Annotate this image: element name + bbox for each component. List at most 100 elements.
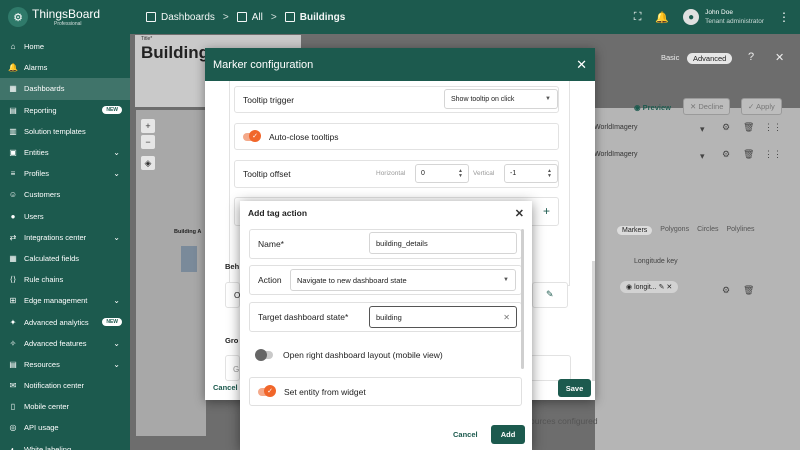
action-value: Navigate to new dashboard state xyxy=(297,275,407,285)
bell-icon[interactable]: 🔔 xyxy=(655,11,669,24)
pencil-icon[interactable]: ✎ xyxy=(546,289,554,300)
imagery-select-2[interactable]: WorldImagery xyxy=(594,151,637,158)
horizontal-offset-value: 0 xyxy=(421,170,425,177)
stepper-icon[interactable]: ▲ ▼ xyxy=(458,168,463,179)
sidebar-item-home[interactable]: ⌂ Home xyxy=(0,36,130,57)
set-entity-toggle[interactable] xyxy=(258,385,276,397)
sidebar-item-mobile-center[interactable]: ▯ Mobile center xyxy=(0,396,130,417)
imagery-select-1[interactable]: WorldImagery xyxy=(594,124,637,131)
sidebar-item-customers[interactable]: ☺ Customers xyxy=(0,184,130,205)
sidebar-item-resources[interactable]: ▤ Resources ⌄ xyxy=(0,354,130,375)
sidebar-item-entities[interactable]: ▣ Entities ⌄ xyxy=(0,142,130,163)
cancel-button[interactable]: Cancel xyxy=(213,383,238,392)
sidebar-item-users[interactable]: ● Users xyxy=(0,206,130,227)
add-button[interactable]: Add xyxy=(491,425,525,444)
gear-icon[interactable]: ⚙ xyxy=(722,149,730,160)
mode-advanced[interactable]: Advanced xyxy=(687,53,733,64)
close-icon[interactable]: ✕ xyxy=(775,51,784,64)
vertical-offset-input[interactable]: -1 ▲ ▼ xyxy=(504,164,558,183)
sidebar-item-white-labeling[interactable]: ◐ White labeling ⌄ xyxy=(0,439,130,450)
sidebar-item-solution-templates[interactable]: ▥ Solution templates xyxy=(0,121,130,142)
longitude-key-header: Longitude key xyxy=(634,258,678,265)
sidebar-item-rule-chains[interactable]: ⟨⟩ Rule chains xyxy=(0,269,130,290)
drag-handle-icon[interactable]: ⋮⋮ xyxy=(764,122,782,133)
sidebar-item-calculated-fields[interactable]: ▦ Calculated fields xyxy=(0,248,130,269)
delete-icon[interactable]: 🗑 xyxy=(743,149,754,160)
delete-icon[interactable]: 🗑 xyxy=(743,122,754,133)
sidebar-item-label: Customers xyxy=(24,190,61,200)
chip-label: longit... xyxy=(634,284,657,291)
user-role: Tenant administrator xyxy=(705,18,764,25)
delete-icon[interactable]: 🗑 xyxy=(743,285,754,296)
breadcrumb-all[interactable]: All xyxy=(236,12,263,23)
preview-button[interactable]: ◉ Preview xyxy=(634,103,671,112)
chevron-down-icon: ⌄ xyxy=(113,338,120,348)
sidebar-item-advanced-features[interactable]: ✧ Advanced features ⌄ xyxy=(0,333,130,354)
decline-button[interactable]: ✕ Decline xyxy=(683,98,731,115)
vertical-offset-value: -1 xyxy=(510,170,517,177)
auto-close-toggle[interactable] xyxy=(243,130,261,142)
dialog-title: Marker configuration xyxy=(213,58,314,71)
save-button[interactable]: Save xyxy=(558,379,591,397)
sidebar-item-label: Home xyxy=(24,42,45,52)
sidebar: ⌂ Home 🔔 Alarms ▦ Dashboards ▤ Reporting NEW ▥ Sol… xyxy=(0,34,130,450)
close-icon[interactable]: ✕ xyxy=(576,57,587,73)
horizontal-label: Horizontal xyxy=(376,170,406,177)
gear-icon[interactable]: ⚙ xyxy=(722,285,730,296)
sidebar-item-integrations-center[interactable]: ⇄ Integrations center ⌄ xyxy=(0,227,130,248)
apply-button[interactable]: ✓ Apply xyxy=(741,98,782,115)
zoom-in-button[interactable]: + xyxy=(141,119,155,133)
mode-basic[interactable]: Basic xyxy=(661,53,679,62)
analytics-icon: ✦ xyxy=(9,317,17,327)
scrollbar[interactable] xyxy=(592,261,595,381)
tab-circles[interactable]: Circles xyxy=(697,226,718,235)
more-vert-icon[interactable]: ⋮ xyxy=(778,10,790,24)
longitude-key-chip[interactable]: ◉ longit... ✎ ✕ xyxy=(620,281,679,293)
sidebar-item-notification-center[interactable]: ✉ Notification center xyxy=(0,375,130,396)
drag-handle-icon[interactable]: ⋮⋮ xyxy=(764,149,782,160)
sidebar-item-dashboards[interactable]: ▦ Dashboards xyxy=(0,78,130,100)
cancel-button[interactable]: Cancel xyxy=(453,430,478,439)
sidebar-item-advanced-analytics[interactable]: ✦ Advanced analytics NEW xyxy=(0,311,130,332)
sidebar-item-edge-management[interactable]: ⊞ Edge management ⌄ xyxy=(0,290,130,311)
dashboard-icon xyxy=(236,12,247,22)
stepper-icon[interactable]: ▲ ▼ xyxy=(547,168,552,179)
tab-polygons[interactable]: Polygons xyxy=(660,226,689,235)
scrollbar[interactable] xyxy=(521,229,524,369)
sidebar-item-api-usage[interactable]: ◎ API usage xyxy=(0,417,130,438)
tooltip-trigger-select[interactable]: Show tooltip on click ▼ xyxy=(444,89,558,109)
palette-icon: ◐ xyxy=(10,444,16,450)
fullscreen-icon[interactable]: ⛶ xyxy=(634,11,642,24)
breadcrumb-dashboards[interactable]: Dashboards xyxy=(146,12,215,23)
layers-icon[interactable]: ◈ xyxy=(141,156,155,170)
name-value: building_details xyxy=(376,238,428,248)
notification-icon: ✉ xyxy=(9,381,17,391)
tooltip-offset-label: Tooltip offset xyxy=(243,169,291,179)
name-input[interactable]: building_details xyxy=(369,232,517,254)
add-icon[interactable]: + xyxy=(543,204,550,218)
sidebar-item-profiles[interactable]: ≡ Profiles ⌄ xyxy=(0,163,130,184)
sidebar-item-label: Mobile center xyxy=(24,402,70,412)
clear-icon[interactable]: ✕ xyxy=(503,313,510,322)
user-menu[interactable]: ● John Doe Tenant administrator xyxy=(683,8,764,26)
entities-icon: ▣ xyxy=(9,148,17,158)
horizontal-offset-input[interactable]: 0 ▲ ▼ xyxy=(415,164,469,183)
chevron-down-icon: ⌄ xyxy=(113,232,120,242)
gear-icon[interactable]: ⚙ xyxy=(722,122,730,133)
logo[interactable]: ⚙ ThingsBoard Professional xyxy=(0,0,130,34)
tab-markers[interactable]: Markers xyxy=(617,226,653,235)
tooltip-trigger-value: Show tooltip on click xyxy=(451,95,515,103)
mobile-icon: ▯ xyxy=(10,402,16,412)
sidebar-item-label: Reporting xyxy=(24,105,57,115)
close-icon[interactable]: ✕ xyxy=(515,207,524,220)
sidebar-item-alarms[interactable]: 🔔 Alarms xyxy=(0,57,130,78)
tab-polylines[interactable]: Polylines xyxy=(726,226,754,235)
action-select[interactable]: Navigate to new dashboard state ▼ xyxy=(290,269,516,291)
sidebar-item-reporting[interactable]: ▤ Reporting NEW xyxy=(0,100,130,121)
zoom-out-button[interactable]: − xyxy=(141,135,155,149)
target-state-input[interactable]: building ✕ xyxy=(369,306,517,328)
building-marker-icon xyxy=(181,246,197,272)
help-icon[interactable]: ? xyxy=(748,51,754,63)
sidebar-item-label: Calculated fields xyxy=(24,253,80,263)
open-right-layout-toggle[interactable] xyxy=(255,348,273,361)
